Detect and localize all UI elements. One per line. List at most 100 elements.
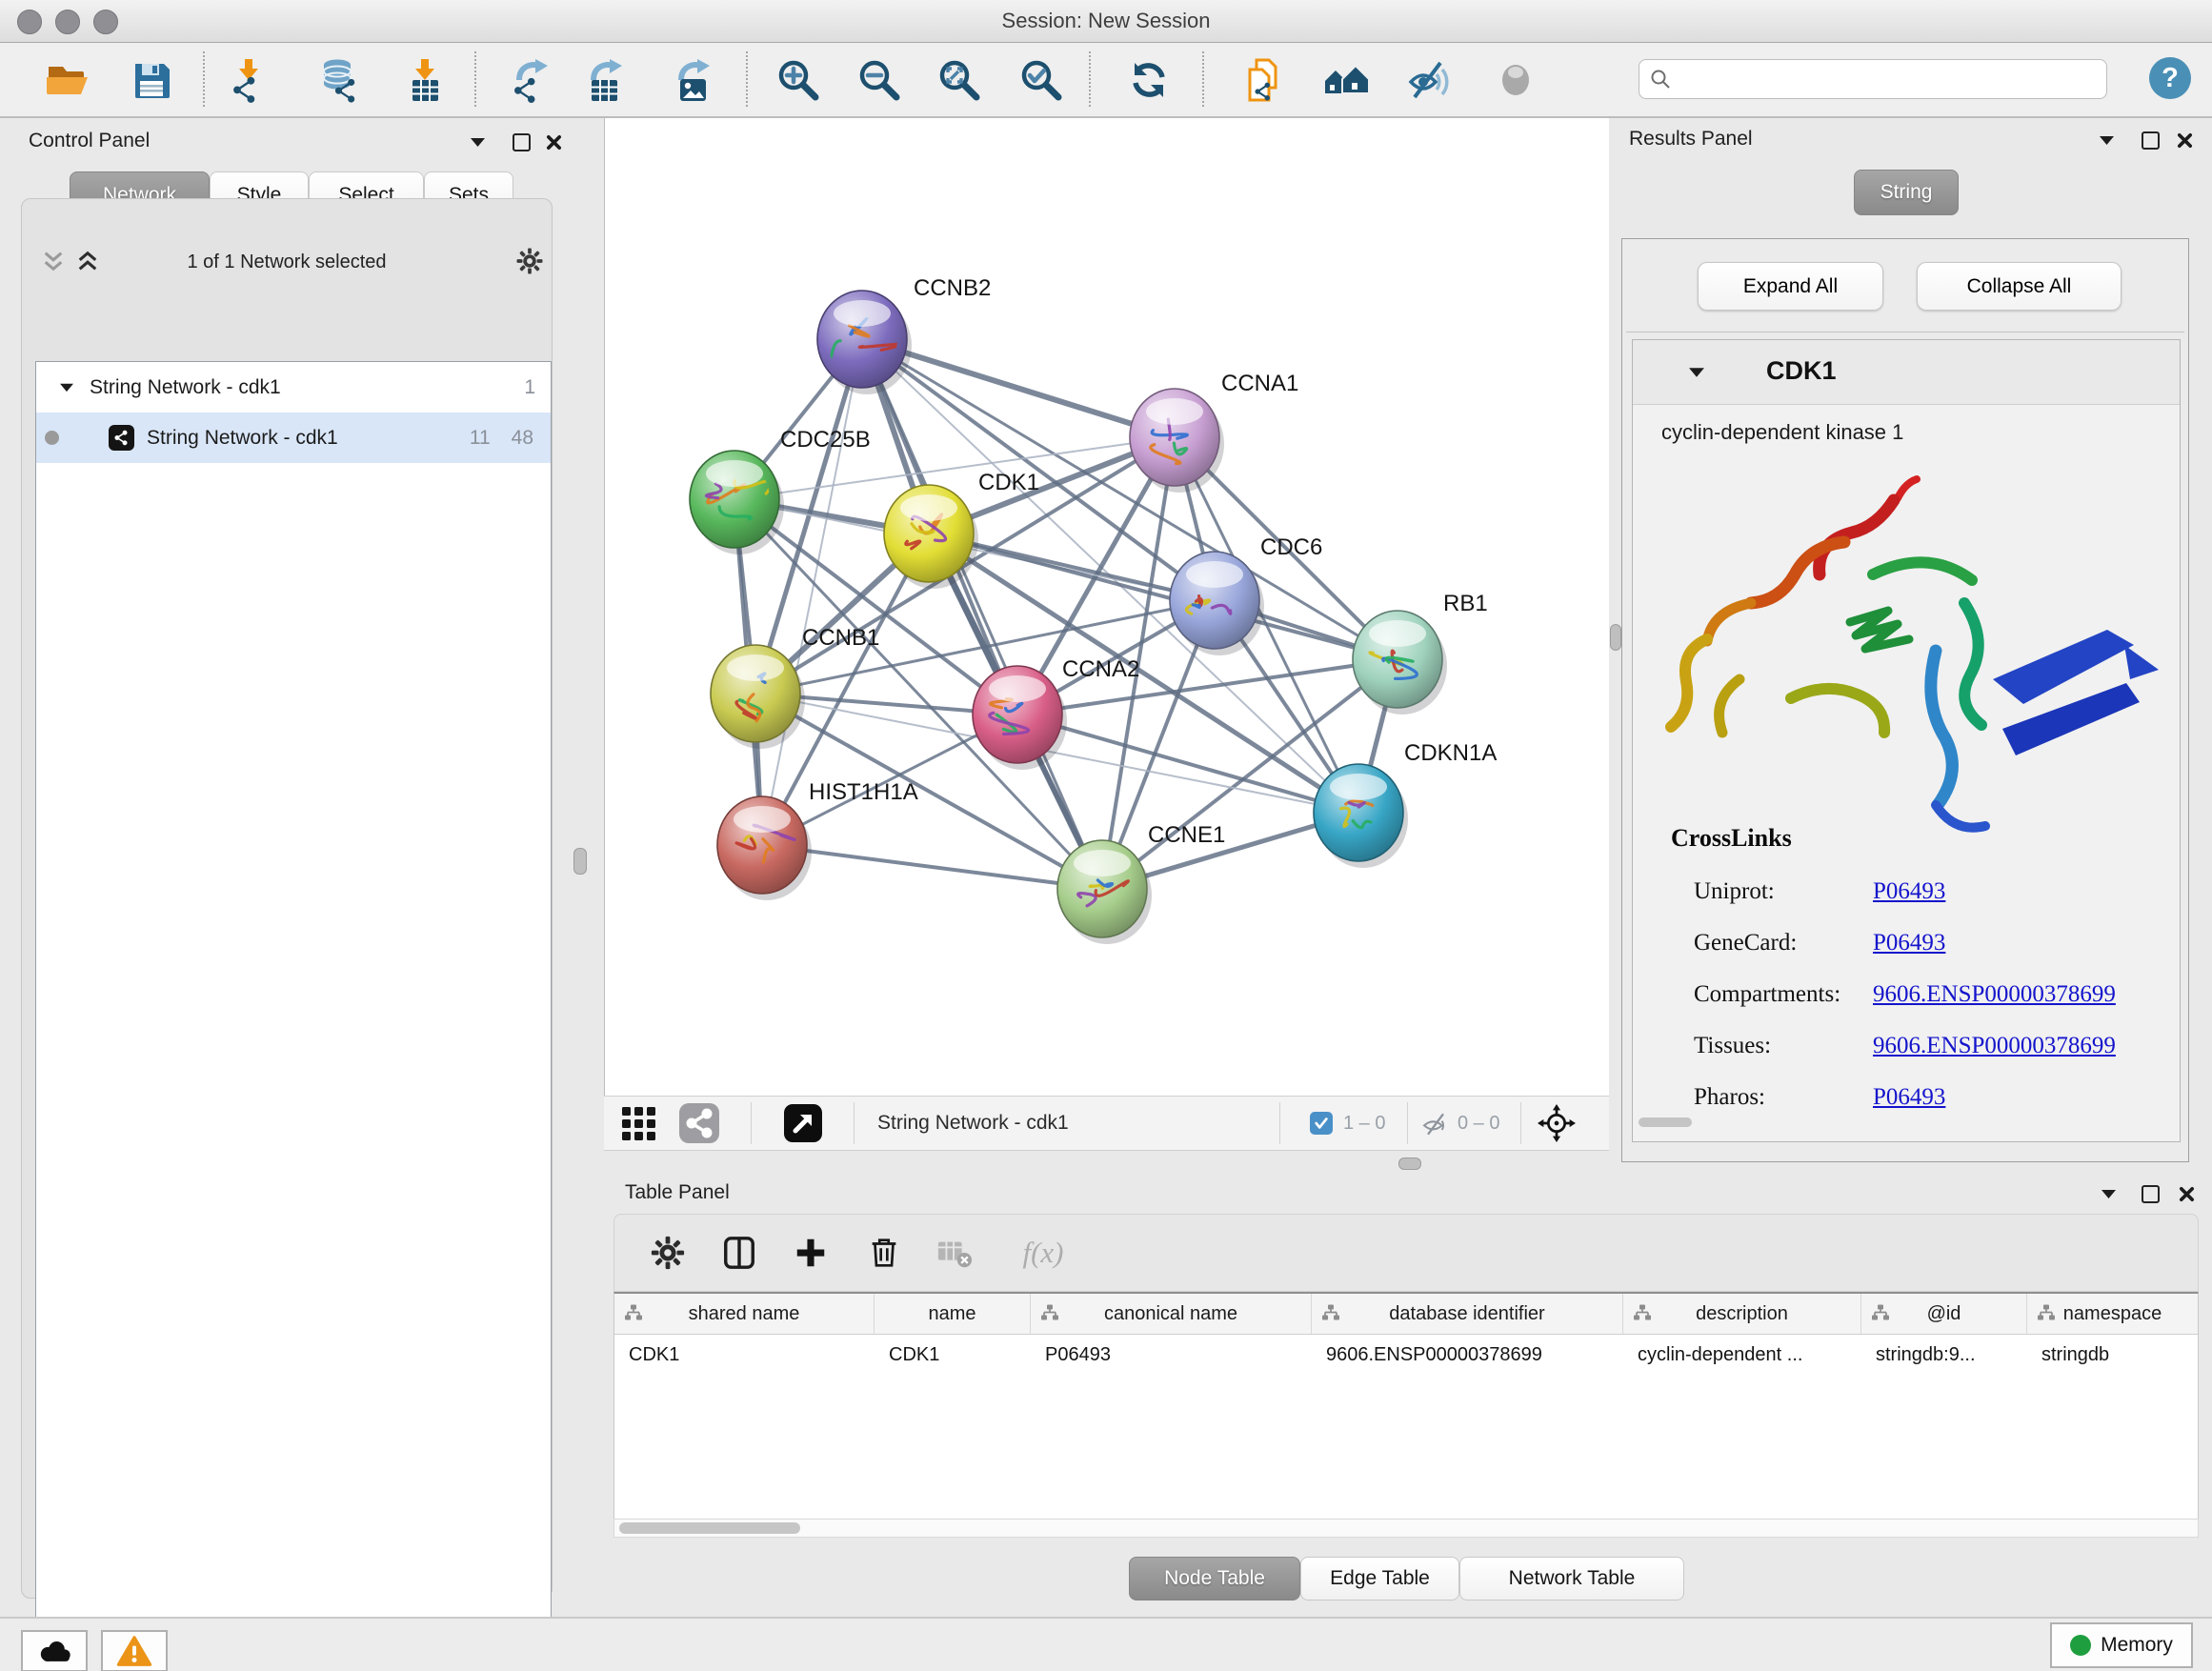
panel-close-icon[interactable]	[2176, 1183, 2197, 1204]
column-header-database-identifier[interactable]: database identifier	[1312, 1294, 1623, 1334]
show-columns-icon[interactable]	[718, 1232, 760, 1274]
share-document-icon[interactable]	[1240, 55, 1290, 105]
table-panel: Table Panel f(x) shared namenamecanonica…	[604, 1174, 2212, 1612]
node-label-HIST1H1A: HIST1H1A	[809, 779, 918, 805]
horizontal-splitter[interactable]	[604, 1152, 1609, 1174]
toolbar-separator	[474, 51, 476, 107]
tab-edge-table[interactable]: Edge Table	[1300, 1557, 1459, 1601]
show-details-icon[interactable]	[1491, 55, 1540, 105]
open-session-icon[interactable]	[43, 55, 92, 105]
network-options-gear-icon[interactable]	[515, 247, 544, 275]
crosslink-link[interactable]: P06493	[1873, 930, 1945, 956]
network-collection-count: 1	[524, 376, 535, 399]
crosslink-link[interactable]: 9606.ENSP00000378699	[1873, 1033, 2116, 1059]
network-list: String Network - cdk1 1 String Network -…	[35, 361, 552, 1655]
panel-close-icon[interactable]	[2174, 130, 2195, 151]
column-header-namespace[interactable]: namespace	[2027, 1294, 2199, 1334]
birdseye-crosshair-icon[interactable]	[1538, 1104, 1576, 1142]
toolbar-separator	[1089, 51, 1091, 107]
tab-network-table[interactable]: Network Table	[1459, 1557, 1684, 1601]
gene-header-row[interactable]: CDK1	[1633, 340, 2180, 405]
node-label-CCNA2: CCNA2	[1062, 656, 1139, 682]
zoom-fit-icon[interactable]	[935, 55, 984, 105]
gene-expander-icon[interactable]	[1688, 365, 1705, 379]
window-title: Session: New Session	[0, 9, 2212, 33]
panel-float-icon[interactable]	[2140, 1183, 2161, 1204]
netbar-separator	[751, 1102, 752, 1144]
export-table-icon[interactable]	[580, 55, 630, 105]
selected-count: 1 – 0	[1343, 1097, 1385, 1150]
help-button[interactable]: ?	[2149, 57, 2191, 99]
left-splitter-handle[interactable]	[573, 848, 587, 875]
home-networks-icon[interactable]	[1321, 55, 1371, 105]
network-row-selected[interactable]: String Network - cdk1 11 48	[36, 413, 551, 463]
zoom-out-icon[interactable]	[855, 55, 904, 105]
panel-float-icon[interactable]	[511, 131, 532, 152]
cloud-status-button[interactable]	[21, 1630, 88, 1671]
grid-view-icon[interactable]	[620, 1105, 658, 1143]
export-image-icon[interactable]	[668, 55, 717, 105]
panel-menu-icon[interactable]	[2096, 130, 2117, 151]
selected-checkbox-icon[interactable]	[1310, 1112, 1333, 1135]
table-cell[interactable]: cyclin-dependent ...	[1623, 1335, 1861, 1375]
crosslink-link[interactable]: 9606.ENSP00000378699	[1873, 981, 2116, 1008]
crosslink-row: Uniprot:P06493	[1694, 866, 2161, 917]
main-toolbar: ?	[0, 43, 2212, 118]
tab-node-table[interactable]: Node Table	[1129, 1557, 1300, 1601]
column-header-canonical-name[interactable]: canonical name	[1031, 1294, 1312, 1334]
tree-expander-icon[interactable]	[59, 381, 74, 393]
zoom-in-icon[interactable]	[774, 55, 823, 105]
panel-close-icon[interactable]	[543, 131, 564, 152]
crosslink-link[interactable]: P06493	[1873, 878, 1945, 905]
export-network-icon[interactable]	[506, 55, 555, 105]
toolbar-separator	[1202, 51, 1204, 107]
collapse-all-button[interactable]: Collapse All	[1917, 262, 2122, 311]
import-database-icon[interactable]	[314, 55, 364, 105]
table-cell[interactable]: CDK1	[875, 1335, 1031, 1375]
crosslink-link[interactable]: P06493	[1873, 1084, 1945, 1111]
table-row[interactable]: CDK1CDK1P064939606.ENSP00000378699cyclin…	[614, 1335, 2198, 1375]
column-header-shared-name[interactable]: shared name	[614, 1294, 875, 1334]
column-header-label: name	[928, 1303, 975, 1325]
table-cell[interactable]: stringdb	[2027, 1335, 2199, 1375]
column-header-description[interactable]: description	[1623, 1294, 1861, 1334]
table-cell[interactable]: stringdb:9...	[1861, 1335, 2027, 1375]
search-input[interactable]	[1679, 68, 2097, 91]
hide-details-icon[interactable]	[1403, 55, 1453, 105]
delete-column-icon[interactable]	[863, 1232, 905, 1274]
table-cell[interactable]: CDK1	[614, 1335, 875, 1375]
create-column-icon[interactable]	[790, 1232, 832, 1274]
panel-menu-icon[interactable]	[2098, 1183, 2119, 1204]
refresh-icon[interactable]	[1124, 55, 1174, 105]
control-panel-title: Control Panel	[29, 130, 150, 152]
network-collection-row[interactable]: String Network - cdk1 1	[36, 362, 551, 413]
column-header-label: @id	[1927, 1303, 1961, 1325]
panel-menu-icon[interactable]	[467, 131, 488, 152]
memory-button[interactable]: Memory	[2050, 1622, 2193, 1668]
memory-status-dot-icon	[2070, 1635, 2091, 1656]
import-network-icon[interactable]	[224, 55, 273, 105]
tab-string-results[interactable]: String	[1854, 170, 1959, 215]
table-hscroll-thumb[interactable]	[619, 1522, 800, 1534]
string-network-graph[interactable]: CCNB2CCNA1CDC25BCDK1CDC6RB1CCNB1CCNA2CDK…	[605, 118, 1609, 1094]
hidden-eye-slash-icon[interactable]	[1420, 1109, 1451, 1139]
expand-all-button[interactable]: Expand All	[1698, 262, 1883, 311]
column-header--id[interactable]: @id	[1861, 1294, 2027, 1334]
horizontal-splitter-handle[interactable]	[1398, 1158, 1421, 1170]
warning-status-button[interactable]	[101, 1630, 168, 1671]
results-hscroll-thumb[interactable]	[1639, 1117, 1692, 1127]
import-table-icon[interactable]	[400, 55, 450, 105]
table-settings-gear-icon[interactable]	[647, 1232, 689, 1274]
network-canvas[interactable]: CCNB2CCNA1CDC25BCDK1CDC6RB1CCNB1CCNA2CDK…	[604, 118, 1609, 1096]
string-view-badge-icon[interactable]	[679, 1103, 719, 1143]
save-session-icon[interactable]	[127, 55, 176, 105]
table-hscrollbar[interactable]	[613, 1519, 2199, 1538]
zoom-selected-icon[interactable]	[1016, 55, 1066, 105]
panel-float-icon[interactable]	[2140, 130, 2161, 151]
table-cell[interactable]: P06493	[1031, 1335, 1312, 1375]
function-builder-icon-disabled: f(x)	[1010, 1232, 1076, 1274]
table-cell[interactable]: 9606.ENSP00000378699	[1312, 1335, 1623, 1375]
column-header-name[interactable]: name	[875, 1294, 1031, 1334]
node-label-CCNE1: CCNE1	[1148, 822, 1225, 848]
open-in-window-icon[interactable]	[784, 1104, 822, 1142]
